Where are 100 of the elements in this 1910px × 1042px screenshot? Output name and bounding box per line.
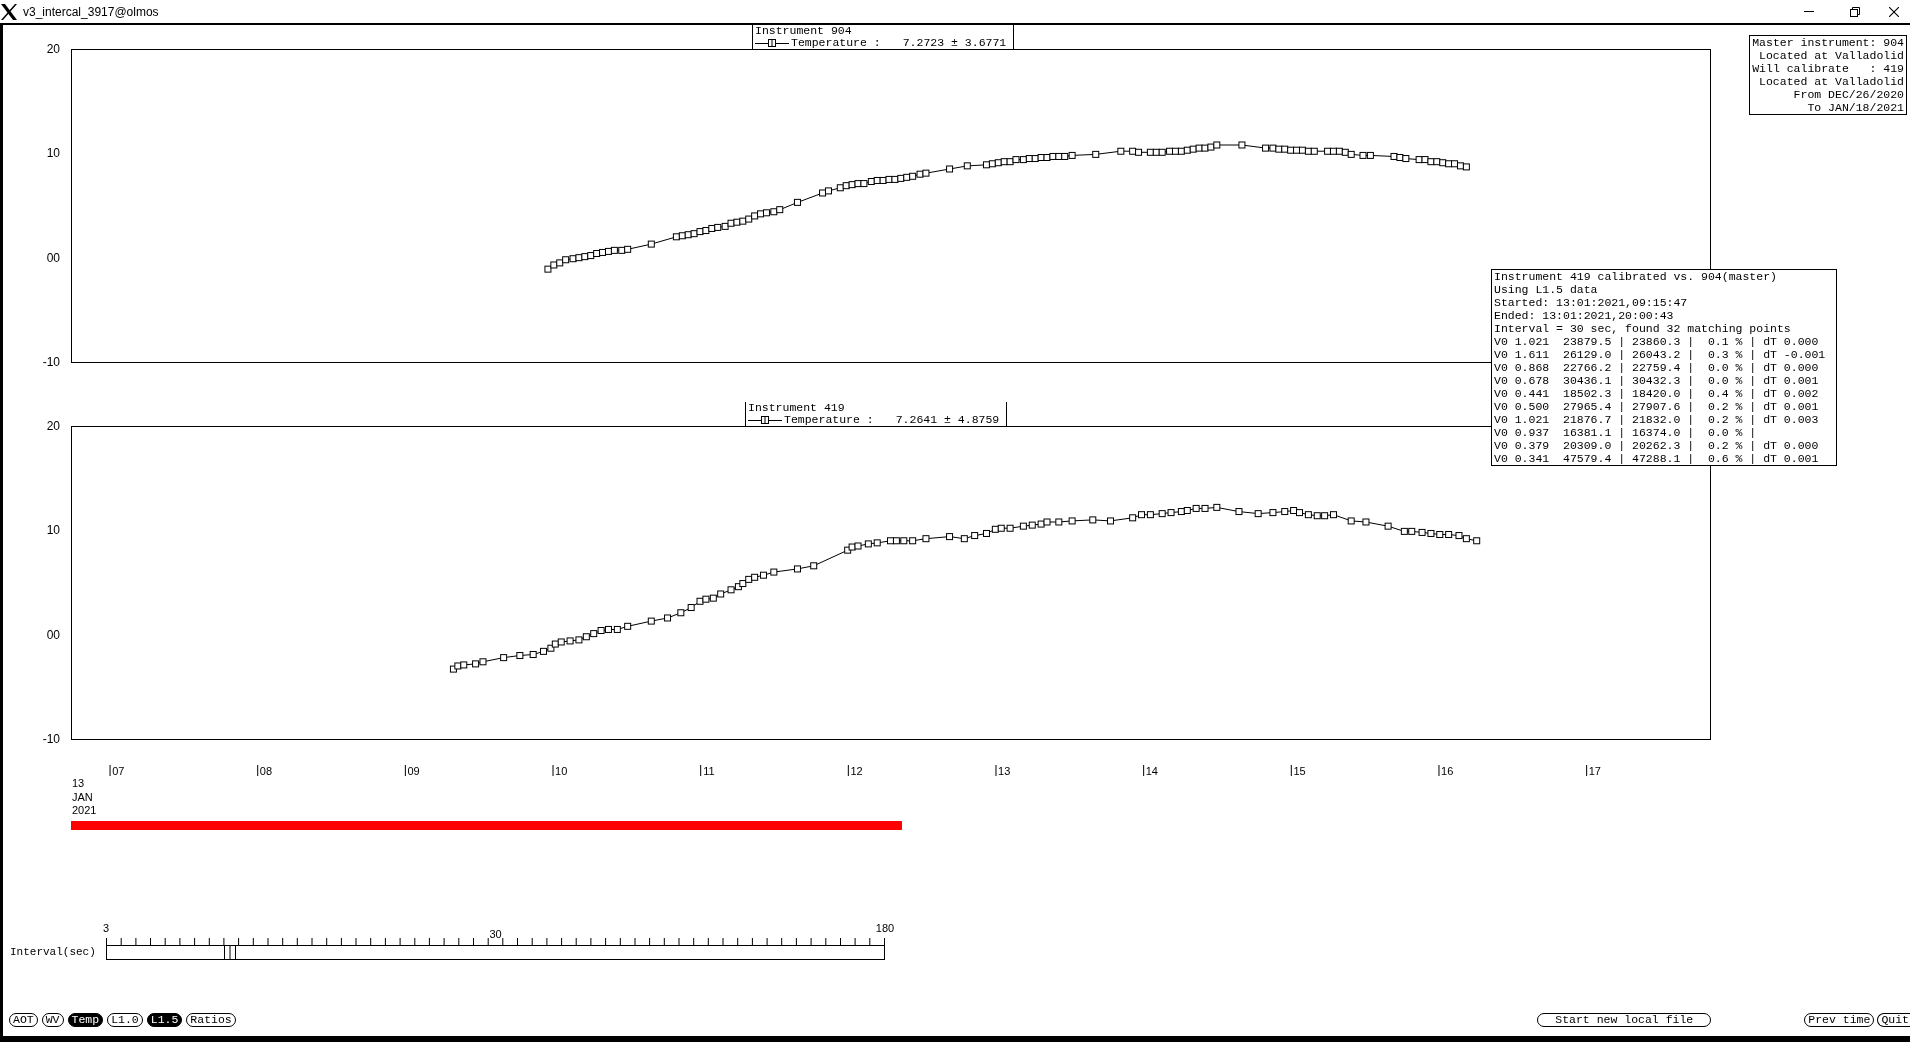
data-point	[810, 562, 818, 570]
action-button[interactable]: Start new local file	[1537, 1013, 1712, 1027]
scale-label: 30	[489, 927, 502, 940]
report-line: V0 0.937 16381.1 | 16374.0 | 0.0 % |	[1494, 426, 1757, 439]
report-line: V0 0.379 20309.0 | 20262.3 | 0.2 % | dT 0.000	[1494, 439, 1819, 452]
report-line: V0 1.021 21876.7 | 21832.0 | 0.2 % | dT 0.003	[1494, 413, 1819, 426]
toggle-button[interactable]: Ratios	[186, 1013, 236, 1027]
data-point	[946, 533, 954, 541]
axis-tick-label: 15	[1293, 765, 1306, 777]
data-point	[1107, 517, 1114, 525]
toggle-button[interactable]: Temp	[67, 1013, 104, 1027]
toggle-button[interactable]: L1.5	[146, 1013, 183, 1027]
info-line: Located at Valladolid	[1759, 75, 1904, 88]
data-point	[794, 198, 801, 206]
axis-tick-label: 20	[46, 42, 60, 56]
axis-tick-label: 00	[46, 627, 60, 642]
axis-tick-label: 20	[46, 419, 60, 433]
slider-track[interactable]	[106, 944, 885, 960]
data-point	[922, 535, 930, 543]
axis-tick-label: 09	[407, 765, 420, 777]
report-line: Using L1.5 data	[1494, 283, 1598, 296]
report-line: V0 1.611 26129.0 | 26043.2 | 0.3 % | dT -0.001	[1494, 348, 1826, 361]
legend-label: Temperature :	[784, 414, 874, 426]
date-label: 13 JAN 2021	[72, 777, 97, 818]
slider-thumb[interactable]	[223, 944, 236, 960]
app-icon	[1, 3, 17, 20]
axis-tick-label: 00	[46, 250, 60, 265]
minimize-icon	[1804, 11, 1814, 12]
info-line: Located at Valladolid	[1759, 49, 1904, 62]
data-point	[1213, 503, 1221, 511]
report-line: V0 0.441 18502.3 | 18420.0 | 0.4 % | dT 0.002	[1494, 387, 1819, 400]
info-line: Will calibrate : 419	[1752, 62, 1904, 75]
action-button[interactable]: Prev time	[1804, 1013, 1875, 1027]
slider-label: Interval(sec)	[10, 944, 97, 960]
axis-tick-label: 08	[259, 765, 273, 777]
data-point	[1055, 518, 1063, 526]
data-point	[1089, 516, 1097, 524]
report-line: V0 0.678 30436.1 | 30432.3 | 0.0 % | dT 0.001	[1494, 374, 1819, 387]
axis-tick-label: 13	[998, 765, 1011, 777]
restore-icon	[1850, 6, 1860, 17]
legend-value: 7.2641 ± 4.8759	[895, 414, 1000, 426]
data-point	[794, 565, 801, 573]
info-line: From DEC/26/2020	[1793, 88, 1904, 101]
legend-title: Instrument 419	[748, 402, 846, 414]
data-point	[946, 165, 954, 173]
report-line: Interval = 30 sec, found 32 matching points	[1494, 322, 1791, 335]
data-point	[1068, 517, 1076, 525]
axis-tick-label: 07	[112, 765, 125, 777]
report-line: V0 0.868 22766.2 | 22759.4 | 0.0 % | dT 0.000	[1494, 361, 1819, 374]
toggle-button[interactable]: L1.0	[107, 1013, 143, 1027]
data-point	[971, 532, 979, 540]
window-title: v3_intercal_3917@olmos	[23, 4, 159, 19]
legend-title: Instrument 904	[755, 25, 853, 37]
close-icon	[1889, 6, 1899, 17]
scale-label: 3	[102, 921, 110, 934]
axis-tick-label: -10	[42, 732, 60, 746]
axis-tick-label: 12	[850, 765, 863, 777]
info-line: Master instrument: 904	[1752, 36, 1904, 49]
legend-label: Temperature :	[791, 37, 881, 49]
data-point	[500, 654, 508, 662]
report-line: Ended: 13:01:2021,20:00:43	[1494, 309, 1674, 322]
axis-tick-label: 14	[1145, 765, 1158, 777]
toggle-button[interactable]: AOT	[9, 1013, 38, 1027]
data-point	[1092, 150, 1100, 158]
data-point	[677, 609, 685, 617]
report-line: V0 0.500 27965.4 | 27907.6 | 0.2 % | dT 0.001	[1494, 400, 1819, 413]
data-point	[1384, 522, 1392, 530]
data-point	[1269, 509, 1277, 517]
axis-tick-label: 11	[703, 765, 715, 777]
data-point	[1347, 517, 1355, 525]
data-point	[1362, 518, 1370, 526]
data-point	[1235, 508, 1243, 516]
action-button[interactable]: Quit	[1877, 1013, 1910, 1027]
axis-tick-label: 17	[1588, 765, 1601, 777]
data-point	[1117, 147, 1125, 155]
report-line: Instrument 419 calibrated vs. 904(master)	[1494, 270, 1777, 283]
data-point	[1238, 141, 1246, 149]
axis-tick-label: 10	[46, 523, 60, 538]
report-line: V0 1.021 23879.5 | 23860.3 | 0.1 % | dT 0.000	[1494, 335, 1819, 348]
data-point	[647, 617, 655, 625]
scale-label: 180	[875, 921, 895, 934]
data-point	[529, 651, 537, 658]
info-line: To JAN/18/2021	[1807, 101, 1904, 114]
report-line: V0 0.341 47579.4 | 47288.1 | 0.6 % | dT 0.001	[1494, 452, 1819, 465]
data-point	[1473, 537, 1481, 545]
report-line: Started: 13:01:2021,09:15:47	[1494, 296, 1688, 309]
data-point	[1254, 510, 1262, 518]
data-point	[516, 652, 524, 660]
toggle-button[interactable]: WV	[41, 1013, 64, 1027]
data-point	[963, 162, 971, 170]
data-point	[624, 622, 632, 630]
data-point	[960, 535, 968, 543]
axis-tick-label: -10	[42, 355, 60, 369]
axis-tick-label: 10	[555, 765, 568, 777]
data-point	[647, 240, 655, 248]
data-point	[770, 568, 778, 576]
axis-tick-label: 10	[46, 146, 60, 161]
data-point	[664, 614, 672, 622]
axis-tick-label: 16	[1441, 765, 1454, 777]
legend-value: 7.2723 ± 3.6771	[902, 37, 1007, 49]
